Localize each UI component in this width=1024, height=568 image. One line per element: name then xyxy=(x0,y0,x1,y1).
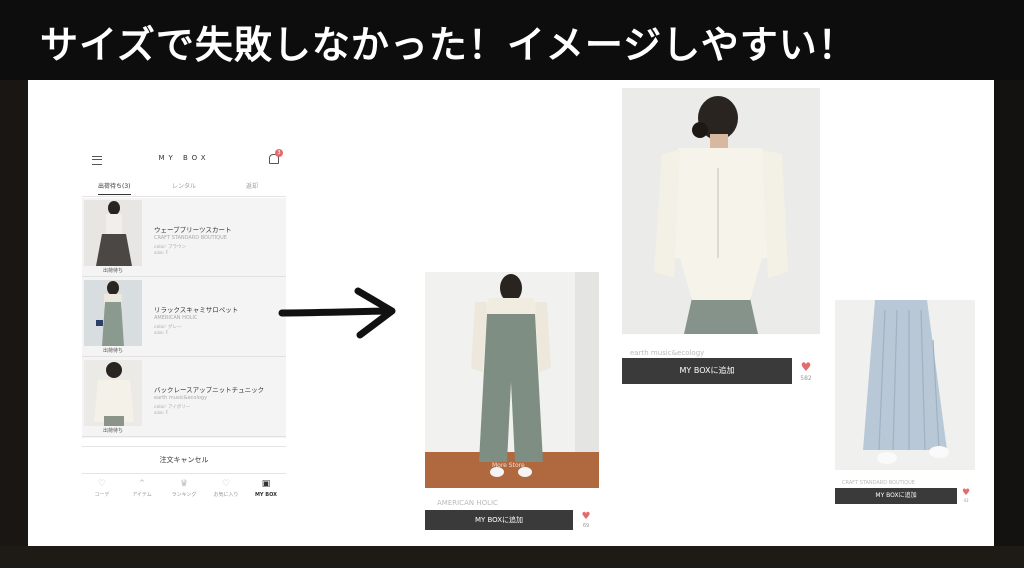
tab-awaiting-shipment[interactable]: 出荷待ち(3) xyxy=(98,181,131,195)
product-brand: AMERICAN HOLIC xyxy=(154,315,198,321)
product-thumbnail xyxy=(84,200,142,266)
nav-label: ランキング xyxy=(171,492,197,498)
product-name: リラックスキャミサロペット xyxy=(154,306,239,314)
bottom-nav: ♡ コーデ ⌃ アイテム ♛ ランキング ♡ お気に入り ▣ MY BOX xyxy=(82,476,286,508)
favorite-count: 582 xyxy=(800,375,812,382)
box-icon: ▣ xyxy=(261,479,271,489)
product-brand: CRAFT STANDARD BOUTIQUE xyxy=(154,235,227,241)
list-item[interactable]: 出荷待ち ウェーブプリーツスカート CRAFT STANDARD BOUTIQU… xyxy=(82,198,286,277)
product-thumbnail xyxy=(84,280,142,346)
add-to-mybox-button[interactable]: MY BOXに追加 xyxy=(622,358,792,384)
product-size: size: F xyxy=(154,331,169,336)
ranking-icon: ♛ xyxy=(179,479,189,489)
hanger-icon: ⌃ xyxy=(138,479,146,489)
shipping-status: 出荷待ち xyxy=(102,428,123,434)
heart-icon[interactable]: ♥ xyxy=(578,511,594,522)
nav-item-items[interactable]: ⌃ アイテム xyxy=(124,478,160,500)
product-name: バックレースアップニットチュニック xyxy=(154,386,265,394)
heart-icon[interactable]: ♥ xyxy=(798,360,814,374)
add-to-mybox-button[interactable]: MY BOXに追加 xyxy=(835,488,957,504)
nav-label: MY BOX xyxy=(254,492,278,498)
list-item[interactable]: 出荷待ち リラックスキャミサロペット AMERICAN HOLIC color:… xyxy=(82,278,286,357)
product-name: ウェーブプリーツスカート xyxy=(154,226,232,234)
brand-caption: earth music&ecology xyxy=(630,349,705,357)
app-title: MY BOX xyxy=(158,154,210,162)
product-photo[interactable] xyxy=(622,88,820,334)
product-color: color: アイボリー xyxy=(154,405,191,410)
nav-item-ranking[interactable]: ♛ ランキング xyxy=(166,478,202,500)
nav-item-mybox[interactable]: ▣ MY BOX xyxy=(248,478,284,500)
app-header: MY BOX 3 xyxy=(82,148,286,170)
tab-bar: 出荷待ち(3) レンタル 返却 xyxy=(82,178,286,197)
product-thumbnail xyxy=(84,360,142,426)
product-color: color: グレー xyxy=(154,325,182,330)
tab-return[interactable]: 返却 xyxy=(246,181,258,190)
add-to-mybox-button[interactable]: MY BOXに追加 xyxy=(425,510,573,530)
product-size: size: F xyxy=(154,251,169,256)
brand-caption: CRAFT STANDARD BOUTIQUE xyxy=(842,480,915,486)
favorite-icon: ♡ xyxy=(221,479,231,489)
heart-icon[interactable]: ♥ xyxy=(960,488,972,498)
shipping-status: 出荷待ち xyxy=(102,268,123,274)
banner: サイズで失敗しなかった！イメージしやすい！ xyxy=(0,0,1024,80)
frame-right xyxy=(994,80,1024,546)
list-item[interactable]: 出荷待ち バックレースアップニットチュニック earth music&ecolo… xyxy=(82,358,286,437)
product-brand: earth music&ecology xyxy=(154,395,208,401)
brand-caption: AMERICAN HOLIC xyxy=(437,499,498,507)
notification-badge: 3 xyxy=(275,149,283,157)
product-size: size: F xyxy=(154,411,169,416)
cancel-order-button[interactable]: 注文キャンセル xyxy=(82,446,286,474)
product-color: color: ブラウン xyxy=(154,245,186,250)
frame-bottom xyxy=(0,546,1024,568)
store-label: More Store xyxy=(492,462,525,469)
phone-screen: MY BOX 3 出荷待ち(3) レンタル 返却 出荷待ち ウェーブプリーツスカ… xyxy=(82,148,286,508)
nav-item-favorites[interactable]: ♡ お気に入り xyxy=(208,478,244,500)
tab-rental[interactable]: レンタル xyxy=(172,181,196,190)
order-list: 出荷待ち ウェーブプリーツスカート CRAFT STANDARD BOUTIQU… xyxy=(82,198,286,438)
favorite-count: 69 xyxy=(582,523,590,529)
nav-item-coordinate[interactable]: ♡ コーデ xyxy=(84,478,120,500)
hamburger-menu-icon[interactable] xyxy=(92,156,102,165)
favorite-count: 43 xyxy=(963,498,969,503)
shipping-status: 出荷待ち xyxy=(102,348,123,354)
arrow-right-icon xyxy=(278,287,396,339)
nav-label: アイテム xyxy=(132,492,152,498)
heart-icon: ♡ xyxy=(97,479,107,489)
nav-label: コーデ xyxy=(94,492,110,498)
product-photo[interactable] xyxy=(835,300,975,470)
banner-title: サイズで失敗しなかった！イメージしやすい！ xyxy=(40,23,857,67)
nav-label: お気に入り xyxy=(213,492,239,498)
product-photo[interactable] xyxy=(425,272,599,488)
